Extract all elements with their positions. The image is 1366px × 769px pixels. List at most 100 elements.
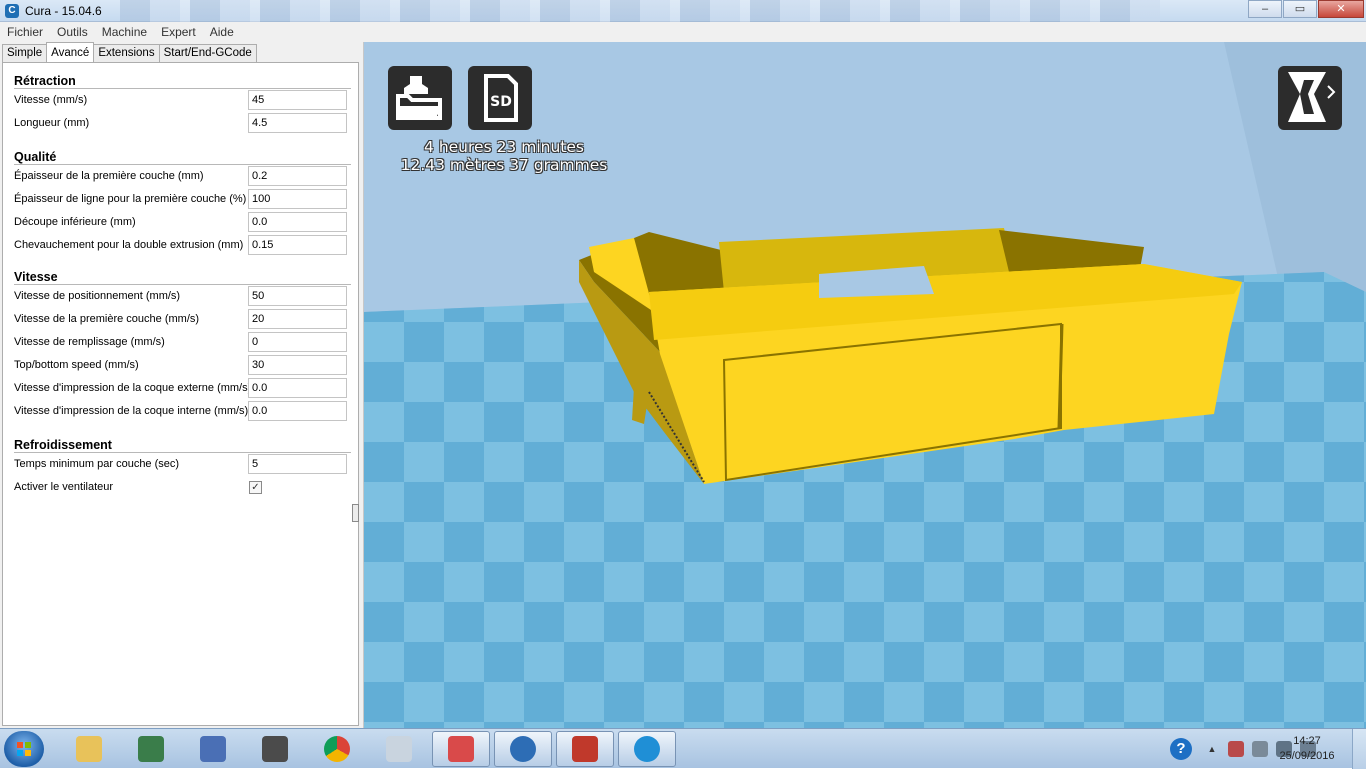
dual-extrusion-overlap-input[interactable]: 0.15	[248, 235, 347, 255]
title-bar-background	[120, 0, 1160, 22]
setting-row: Épaisseur de ligne pour la première couc…	[14, 188, 351, 211]
inner-shell-speed-input[interactable]: 0.0	[248, 401, 347, 421]
section-retraction: Rétraction Vitesse (mm/s) 45 Longueur (m…	[14, 73, 351, 135]
taskbar-filezilla[interactable]	[556, 731, 614, 767]
setting-row: Vitesse d'impression de la coque interne…	[14, 400, 351, 423]
cura-icon	[634, 736, 660, 762]
windows-logo-icon	[17, 742, 31, 756]
top-bottom-speed-input[interactable]: 30	[248, 355, 347, 375]
sublime-icon	[262, 736, 288, 762]
taskbar-network-tool[interactable]	[184, 731, 242, 767]
setting-row: Vitesse de la première couche (mm/s) 20	[14, 308, 351, 331]
setting-row: Chevauchement pour la double extrusion (…	[14, 234, 351, 257]
clock[interactable]: 14:27 25/09/2016	[1272, 734, 1342, 764]
show-desktop-button[interactable]	[1352, 729, 1366, 769]
start-button[interactable]	[4, 731, 44, 767]
setting-row: Top/bottom speed (mm/s) 30	[14, 354, 351, 377]
retraction-length-input[interactable]: 4.5	[248, 113, 347, 133]
taskbar: ? ▲ 14:27 25/09/2016	[0, 728, 1366, 769]
3d-viewport[interactable]: SD 4 heures 23 minutes 12.43 mètres 37 g…	[364, 42, 1366, 728]
initial-layer-thickness-input[interactable]: 0.2	[248, 166, 347, 186]
section-title: Rétraction	[14, 73, 351, 89]
panel-scrollbar[interactable]	[352, 504, 359, 522]
initial-layer-width-input[interactable]: 100	[248, 189, 347, 209]
tab-start-end-gcode[interactable]: Start/End-GCode	[158, 44, 257, 62]
window-controls: – ▭ ✕	[1247, 0, 1364, 18]
setting-row: Activer le ventilateur ✓	[14, 476, 351, 499]
travel-speed-input[interactable]: 50	[248, 286, 347, 306]
infill-speed-input[interactable]: 0	[248, 332, 347, 352]
setting-label: Vitesse de remplissage (mm/s)	[14, 336, 165, 348]
setting-label: Vitesse d'impression de la coque externe…	[14, 382, 252, 394]
load-model-button[interactable]	[388, 66, 452, 130]
enable-fan-checkbox[interactable]: ✓	[249, 481, 262, 494]
network-icon	[200, 736, 226, 762]
filezilla-icon	[572, 736, 598, 762]
retraction-speed-input[interactable]: 45	[248, 90, 347, 110]
help-icon[interactable]: ?	[1170, 738, 1192, 760]
chrome-icon	[324, 736, 350, 762]
clock-time: 14:27	[1293, 735, 1321, 747]
sd-card-icon: SD	[484, 74, 518, 122]
sd-label: SD	[490, 94, 512, 110]
view-mode-button[interactable]	[1278, 66, 1342, 130]
maximize-button[interactable]: ▭	[1283, 0, 1317, 18]
thunderbird-icon	[510, 736, 536, 762]
setting-row: Vitesse de positionnement (mm/s) 50	[14, 285, 351, 308]
save-to-sd-button[interactable]: SD	[468, 66, 532, 130]
setting-label: Activer le ventilateur	[14, 481, 114, 493]
tab-avance[interactable]: Avancé	[46, 42, 95, 62]
setting-label: Découpe inférieure (mm)	[14, 216, 136, 228]
lock-network-icon	[138, 736, 164, 762]
view-mode-icon	[1288, 72, 1336, 122]
settings-panel: Simple Avancé Extensions Start/End-GCode…	[0, 42, 364, 728]
section-cooling: Refroidissement Temps minimum par couche…	[14, 437, 351, 499]
menu-machine[interactable]: Machine	[95, 25, 154, 39]
setting-row: Vitesse de remplissage (mm/s) 0	[14, 331, 351, 354]
outer-shell-speed-input[interactable]: 0.0	[248, 378, 347, 398]
folder-icon	[76, 736, 102, 762]
title-bar: C Cura - 15.04.6 – ▭ ✕	[0, 0, 1366, 22]
setting-label: Temps minimum par couche (sec)	[14, 458, 180, 470]
window-title: Cura - 15.04.6	[25, 3, 102, 18]
setting-label: Top/bottom speed (mm/s)	[14, 359, 139, 371]
tray-security-icon[interactable]	[1228, 741, 1244, 757]
setting-label: Vitesse de la première couche (mm/s)	[14, 313, 200, 325]
battery-icon[interactable]	[1252, 741, 1268, 757]
tab-simple[interactable]: Simple	[2, 44, 48, 62]
taskbar-thunderbird[interactable]	[494, 731, 552, 767]
setting-label: Vitesse d'impression de la coque interne…	[14, 405, 249, 417]
minimize-button[interactable]: –	[1248, 0, 1282, 18]
setting-label: Longueur (mm)	[14, 117, 90, 129]
section-quality: Qualité Épaisseur de la première couche …	[14, 149, 351, 257]
setting-row: Vitesse d'impression de la coque externe…	[14, 377, 351, 400]
minimum-layer-time-input[interactable]: 5	[248, 454, 347, 474]
setting-row: Longueur (mm) 4.5	[14, 112, 351, 135]
close-button[interactable]: ✕	[1318, 0, 1364, 18]
calculator-icon	[386, 736, 412, 762]
tab-extensions[interactable]: Extensions	[93, 44, 160, 62]
print-estimate: 4 heures 23 minutes 12.43 mètres 37 gram…	[394, 138, 614, 174]
setting-row: Épaisseur de la première couche (mm) 0.2	[14, 165, 351, 188]
menu-outils[interactable]: Outils	[50, 25, 95, 39]
taskbar-sublime[interactable]	[246, 731, 304, 767]
menu-aide[interactable]: Aide	[203, 25, 241, 39]
first-layer-speed-input[interactable]: 20	[248, 309, 347, 329]
taskbar-chrome[interactable]	[308, 731, 366, 767]
setting-label: Épaisseur de la première couche (mm)	[14, 170, 204, 182]
cura-app-icon: C	[5, 3, 19, 18]
cut-off-bottom-input[interactable]: 0.0	[248, 212, 347, 232]
setting-label: Vitesse (mm/s)	[14, 94, 88, 106]
taskbar-calculator[interactable]	[370, 731, 428, 767]
menu-fichier[interactable]: Fichier	[0, 25, 50, 39]
settings-tabs: Simple Avancé Extensions Start/End-GCode	[2, 42, 257, 63]
menu-expert[interactable]: Expert	[154, 25, 203, 39]
taskbar-explorer[interactable]	[60, 731, 118, 767]
setting-row: Vitesse (mm/s) 45	[14, 89, 351, 112]
scissors-icon	[448, 736, 474, 762]
taskbar-snipping-tool[interactable]	[432, 731, 490, 767]
taskbar-cura[interactable]	[618, 731, 676, 767]
taskbar-vpn[interactable]	[122, 731, 180, 767]
show-hidden-icons-icon[interactable]: ▲	[1204, 741, 1220, 757]
print-material: 12.43 mètres 37 grammes	[400, 156, 608, 174]
